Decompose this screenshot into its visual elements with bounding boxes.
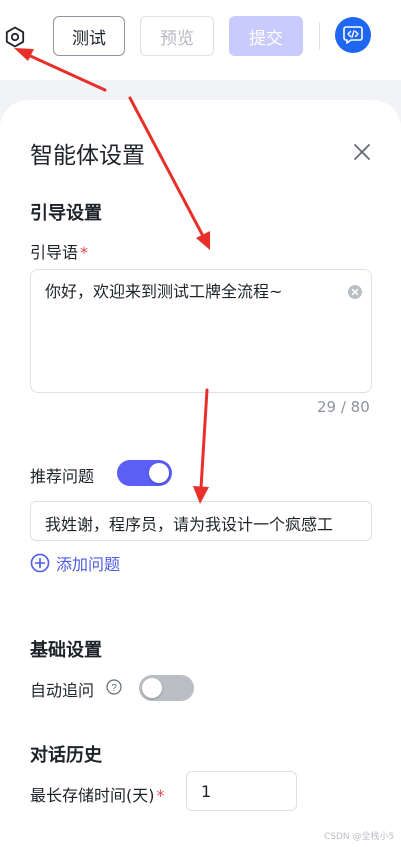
character-counter: 29 / 80 [317, 398, 370, 416]
toggle-knob [142, 678, 162, 698]
required-mark: * [80, 243, 89, 262]
max-storage-label: 最长存储时间(天) * [30, 786, 165, 805]
guide-settings-heading: 引导设置 [30, 203, 102, 224]
code-icon [343, 26, 363, 44]
required-mark: * [156, 786, 165, 805]
recommend-questions-toggle[interactable] [117, 460, 172, 486]
top-toolbar: 测试 预览 提交 [0, 0, 401, 80]
close-icon[interactable] [352, 142, 372, 162]
recommended-question-text: 我姓谢，程序员，请为我设计一个疯感工 [45, 515, 334, 534]
test-button[interactable]: 测试 [53, 16, 125, 56]
basic-settings-heading: 基础设置 [30, 640, 102, 661]
greeting-label: 引导语 * [30, 243, 89, 262]
recommend-questions-label: 推荐问题 [30, 467, 95, 486]
preview-button[interactable]: 预览 [140, 16, 214, 56]
add-question-label: 添加问题 [56, 555, 121, 574]
auto-followup-toggle[interactable] [139, 675, 194, 701]
recommended-question-input[interactable]: 我姓谢，程序员，请为我设计一个疯感工 [30, 501, 372, 541]
gear-icon[interactable] [3, 25, 27, 49]
api-code-button[interactable] [335, 17, 371, 53]
greeting-text: 你好，欢迎来到测试工牌全流程~ [45, 282, 283, 301]
max-storage-value: 1 [201, 782, 212, 801]
toolbar-divider [319, 22, 320, 50]
toggle-knob [149, 463, 169, 483]
history-heading: 对话历史 [30, 745, 102, 766]
clear-icon[interactable] [348, 285, 362, 299]
auto-followup-label: 自动追问 [30, 681, 95, 700]
submit-button[interactable]: 提交 [229, 16, 303, 56]
add-question-button[interactable]: 添加问题 [30, 551, 120, 575]
max-storage-input[interactable]: 1 [186, 771, 297, 811]
watermark: CSDN @全栈小5 [324, 832, 395, 842]
plus-circle-icon [30, 553, 50, 573]
svg-text:?: ? [111, 683, 117, 694]
greeting-textarea[interactable]: 你好，欢迎来到测试工牌全流程~ [30, 269, 372, 393]
help-icon[interactable]: ? [106, 679, 122, 695]
panel-title: 智能体设置 [30, 143, 145, 169]
